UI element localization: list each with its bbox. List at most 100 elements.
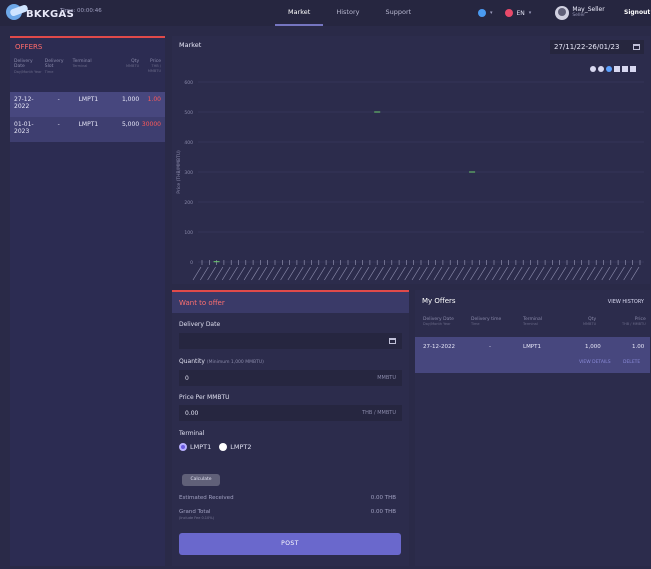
col-terminal: Terminal Terminal xyxy=(72,59,92,69)
col-terminal: Terminal Terminal xyxy=(523,317,543,327)
header-tools: ▾ EN ▾ May_Seller Seller xyxy=(478,0,605,26)
x-tick-label xyxy=(630,266,640,281)
x-tick-label xyxy=(528,266,538,281)
x-tick-label xyxy=(214,266,224,281)
market-title: Market xyxy=(179,41,202,49)
post-button[interactable]: POST xyxy=(179,533,401,555)
my-offers-header: Delivery Date Day/Month Year Delivery tim… xyxy=(415,317,650,337)
delivery-date-field[interactable] xyxy=(179,333,402,349)
cell-time: - xyxy=(489,344,491,350)
col-price: Price THB / MMBTU xyxy=(147,59,161,73)
x-tick-label xyxy=(484,266,494,281)
x-tick-label xyxy=(565,266,574,281)
x-tick-label xyxy=(280,266,289,281)
quantity-input[interactable]: 0 MMBTU xyxy=(179,370,402,386)
col-qty: Qty MMBTU xyxy=(583,317,597,327)
y-axis-label: Price (THB/MMBTU) xyxy=(176,150,182,194)
language-select[interactable]: EN xyxy=(517,10,525,17)
cell-terminal: LMPT1 xyxy=(78,120,99,128)
user-info[interactable]: May_Seller Seller xyxy=(572,7,604,19)
user-role: Seller xyxy=(572,13,586,19)
cell-qty: 1,000 xyxy=(121,95,140,103)
x-tick-label xyxy=(375,266,384,281)
flag-icon[interactable] xyxy=(504,9,513,17)
x-tick-label xyxy=(309,266,319,281)
quantity-unit: MMBTU xyxy=(377,375,396,381)
main-nav: Market History Support xyxy=(275,0,424,26)
x-tick-label xyxy=(506,266,516,281)
x-tick-label xyxy=(331,266,340,281)
market-panel: Market 27/11/22-26/01/23 0 100 200 300 400 50… xyxy=(172,36,650,284)
x-tick-label xyxy=(543,266,552,281)
y-tick-label: 100 xyxy=(184,230,193,236)
x-tick-label xyxy=(448,266,457,281)
delivery-date-label: Delivery Date xyxy=(179,321,221,328)
x-tick-label xyxy=(513,266,523,281)
top-navbar: BKKGAS Time: 00:00:46 Market History Sup… xyxy=(0,0,651,26)
x-tick-label xyxy=(367,266,377,281)
date-range-picker[interactable]: 27/11/22-26/01/23 xyxy=(550,40,644,54)
x-tick-label xyxy=(608,266,618,281)
x-tick-label xyxy=(389,266,399,281)
terminal-radio-group: LMPT1 LMPT2 xyxy=(179,443,252,451)
view-details-link[interactable]: VIEW DETAILS xyxy=(579,360,611,365)
delete-link[interactable]: DELETE xyxy=(623,360,640,365)
signout-link[interactable]: Signout xyxy=(624,9,650,16)
view-history-link[interactable]: VIEW HISTORY xyxy=(608,299,644,305)
grand-total: Grand Total (Include Fee 0.10%) 0.00 THB xyxy=(179,509,396,520)
x-tick-label xyxy=(404,266,413,281)
x-tick-label xyxy=(521,266,530,281)
cell-slot: - xyxy=(57,120,60,128)
x-tick-label xyxy=(353,266,362,281)
calculate-button[interactable]: Calculate xyxy=(182,474,220,486)
cell-date: 27-12-2022 xyxy=(14,95,34,110)
x-tick-label xyxy=(623,266,632,281)
x-tick-label xyxy=(316,266,326,281)
x-tick-label xyxy=(426,266,435,281)
chevron-down-icon[interactable]: ▾ xyxy=(490,10,493,16)
x-tick-label xyxy=(499,266,508,281)
cell-price: 1.00 xyxy=(147,95,161,103)
x-tick-label xyxy=(287,266,297,281)
price-label: Price Per MMBTU xyxy=(179,394,230,401)
cell-date: 01-01-2023 xyxy=(14,120,34,135)
price-input[interactable]: 0.00 THB / MMBTU xyxy=(179,405,402,421)
table-row[interactable]: 27-12-2022 - LMPT1 1,000 1.00 xyxy=(10,91,165,117)
table-row[interactable]: 27-12-2022 - LMPT1 1,000 1.00 VIEW DETAI… xyxy=(415,337,650,373)
col-delivery-date: Delivery Date Day/Month Year xyxy=(423,317,454,327)
nav-support[interactable]: Support xyxy=(372,0,424,26)
col-price: Price THB / MMBTU xyxy=(622,317,646,327)
calendar-icon[interactable] xyxy=(389,338,396,344)
info-icon[interactable] xyxy=(478,9,486,17)
x-tick-label xyxy=(207,266,216,281)
session-time: Time: 00:00:46 xyxy=(60,8,102,14)
x-tick-label xyxy=(221,266,231,281)
x-tick-label xyxy=(440,266,450,281)
x-tick-label xyxy=(294,266,304,281)
cell-price: 1.00 xyxy=(632,344,645,350)
market-chart[interactable]: 0 100 200 300 400 500 600 Price (THB/MMBTU) xyxy=(172,64,650,284)
table-row[interactable]: 01-01-2023 - LMPT1 5,000 30000 xyxy=(10,116,165,142)
calendar-icon[interactable] xyxy=(633,44,640,50)
nav-history[interactable]: History xyxy=(323,0,372,26)
radio-lmpt1[interactable] xyxy=(179,443,187,451)
chevron-down-icon[interactable]: ▾ xyxy=(529,10,532,16)
x-tick-label xyxy=(258,266,267,281)
radio-lmpt2-label: LMPT2 xyxy=(230,443,252,451)
x-tick-label xyxy=(557,266,567,281)
x-tick-label xyxy=(346,266,355,281)
x-tick-label xyxy=(455,266,465,281)
cell-terminal: LMPT1 xyxy=(78,95,99,103)
price-unit: THB / MMBTU xyxy=(362,410,396,416)
avatar[interactable] xyxy=(555,6,570,20)
x-tick-label xyxy=(492,266,501,281)
y-tick-label: 500 xyxy=(184,110,193,116)
x-tick-label xyxy=(265,266,275,281)
logo-icon xyxy=(6,3,22,20)
x-tick-label xyxy=(397,266,406,281)
x-tick-label xyxy=(324,266,333,281)
nav-market[interactable]: Market xyxy=(275,0,324,26)
col-qty: Qty MMBTU xyxy=(126,59,140,69)
radio-lmpt2[interactable] xyxy=(219,443,228,451)
x-tick-label xyxy=(360,266,370,281)
